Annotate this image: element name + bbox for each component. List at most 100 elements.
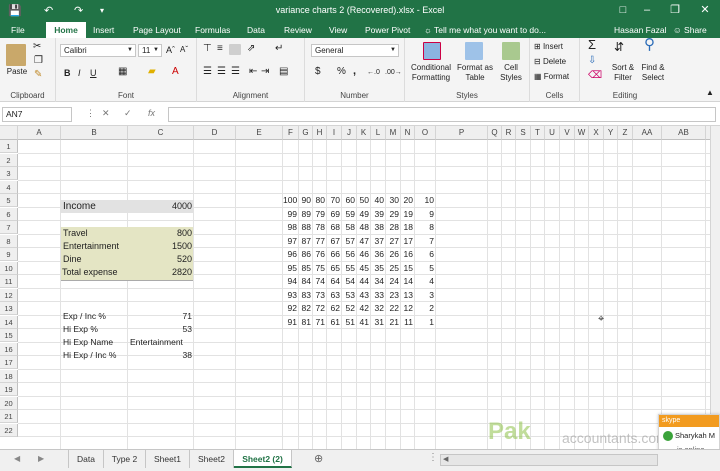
conditional-formatting-icon[interactable] [423,42,441,60]
scroll-left-icon[interactable]: ◀ [14,454,20,463]
horizontal-scrollbar[interactable]: ◀ [440,454,658,466]
matrix-cell[interactable]: 68 [327,221,340,234]
cell-styles-icon[interactable] [502,42,520,60]
matrix-cell[interactable]: 88 [299,221,311,234]
italic-button[interactable]: I [78,68,81,78]
sheet-tab-sheet1[interactable]: Sheet1 [146,450,190,468]
fill-color-icon[interactable]: ▰ [148,67,156,77]
column-header-l[interactable]: L [371,126,386,140]
column-header-o[interactable]: O [415,126,436,140]
matrix-cell[interactable]: 89 [299,208,311,221]
matrix-cell[interactable]: 83 [299,289,311,302]
matrix-cell[interactable]: 26 [386,248,399,261]
matrix-cell[interactable]: 25 [386,262,399,275]
matrix-cell[interactable]: 46 [357,248,369,261]
tab-page-layout[interactable]: Page Layout [130,22,184,38]
row-header-15[interactable]: 15 [0,329,18,343]
row-header-12[interactable]: 12 [0,288,18,302]
matrix-cell[interactable]: 22 [386,302,399,315]
worksheet-grid[interactable]: Income 4000 Travel 800 Entertainment 150… [0,126,710,449]
matrix-cell[interactable]: 44 [357,275,369,288]
matrix-cell[interactable]: 30 [386,194,399,207]
matrix-cell[interactable]: 59 [342,208,355,221]
matrix-cell[interactable]: 20 [401,194,413,207]
column-header-u[interactable]: U [545,126,560,140]
underline-button[interactable]: U [90,68,97,78]
select-all-corner[interactable] [0,126,18,140]
tab-power-pivot[interactable]: Power Pivot [362,22,413,38]
matrix-cell[interactable]: 70 [327,194,340,207]
format-as-table-button[interactable]: Format as Table [455,63,495,83]
matrix-cell[interactable]: 13 [401,289,413,302]
matrix-cell[interactable]: 38 [371,221,384,234]
close-button[interactable]: ✕ [694,2,716,18]
column-header-w[interactable]: W [575,126,589,140]
matrix-cell[interactable]: 91 [283,316,297,329]
matrix-cell[interactable]: 95 [283,262,297,275]
column-header-q[interactable]: Q [488,126,502,140]
hi-exp-name-value[interactable]: Entertainment [130,336,183,349]
more-options-icon[interactable]: ⋮ [428,452,438,463]
matrix-cell[interactable]: 76 [313,248,325,261]
tab-file[interactable]: File [8,22,28,38]
tab-review[interactable]: Review [281,22,315,38]
user-name[interactable]: Hasaan Fazal [614,22,666,38]
exp-inc-label[interactable]: Exp / Inc % [63,310,106,323]
matrix-cell[interactable]: 8 [415,221,434,234]
row-header-9[interactable]: 9 [0,248,18,262]
sheet-tab-type-2[interactable]: Type 2 [104,450,146,468]
tab-formulas[interactable]: Formulas [192,22,233,38]
column-header-g[interactable]: G [299,126,313,140]
column-header-p[interactable]: P [436,126,488,140]
increase-indent-icon[interactable]: ⇥ [261,67,269,77]
matrix-cell[interactable]: 66 [327,248,340,261]
row-header-10[interactable]: 10 [0,261,18,275]
number-format-select[interactable]: General ▼ [311,44,399,57]
matrix-cell[interactable]: 71 [313,316,325,329]
matrix-cell[interactable]: 47 [357,235,369,248]
font-color-icon[interactable]: A [172,67,179,77]
hi-exp-inc-label[interactable]: Hi Exp / Inc % [63,349,116,362]
cancel-icon[interactable]: ✕ [102,108,110,119]
decrease-indent-icon[interactable]: ⇤ [249,67,257,77]
matrix-cell[interactable]: 1 [415,316,434,329]
insert-cells-button[interactable]: ⊞ Insert [534,42,563,52]
maximize-button[interactable]: ❐ [664,2,686,18]
matrix-cell[interactable]: 64 [327,275,340,288]
matrix-cell[interactable]: 23 [386,289,399,302]
column-header-b[interactable]: B [61,126,128,140]
row-header-13[interactable]: 13 [0,302,18,316]
matrix-cell[interactable]: 90 [299,194,311,207]
column-header-i[interactable]: I [327,126,342,140]
total-expense-value[interactable]: 2820 [128,266,192,279]
matrix-cell[interactable]: 86 [299,248,311,261]
tab-insert[interactable]: Insert [90,22,117,38]
add-sheet-icon[interactable]: ⊕ [314,452,323,465]
matrix-cell[interactable]: 40 [371,194,384,207]
matrix-cell[interactable]: 61 [327,316,340,329]
row-header-4[interactable]: 4 [0,180,18,194]
autosum-icon[interactable]: Σ [588,38,596,51]
percent-button[interactable]: % [337,67,346,77]
column-header-e[interactable]: E [236,126,283,140]
income-label[interactable]: Income [63,200,96,213]
income-value[interactable]: 4000 [128,200,192,213]
dine-label[interactable]: Dine [63,253,82,266]
font-name-select[interactable]: Calibri ▼ [60,44,136,57]
total-expense-label[interactable]: Total expense [62,266,118,279]
row-header-16[interactable]: 16 [0,342,18,356]
comma-button[interactable]: , [353,66,356,77]
matrix-cell[interactable]: 33 [371,289,384,302]
scroll-right-icon[interactable]: ▶ [38,454,44,463]
matrix-cell[interactable]: 7 [415,235,434,248]
row-header-1[interactable]: 1 [0,140,18,154]
column-header-c[interactable]: C [128,126,194,140]
borders-icon[interactable]: ▦ [118,67,127,77]
matrix-cell[interactable]: 19 [401,208,413,221]
tab-data[interactable]: Data [244,22,268,38]
matrix-cell[interactable]: 5 [415,262,434,275]
entertainment-value[interactable]: 1500 [128,240,192,253]
matrix-cell[interactable]: 51 [342,316,355,329]
matrix-cell[interactable]: 85 [299,262,311,275]
matrix-cell[interactable]: 27 [386,235,399,248]
